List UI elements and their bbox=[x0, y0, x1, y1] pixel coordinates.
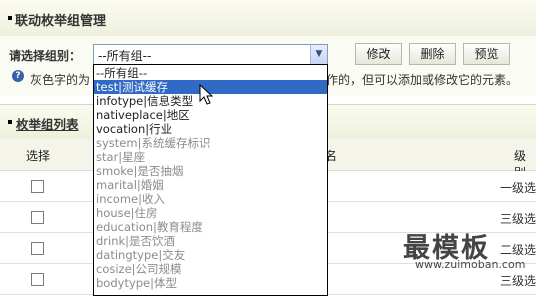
dropdown-option[interactable]: nativeplace|地区 bbox=[94, 108, 327, 122]
modify-button[interactable]: 修改 bbox=[355, 43, 402, 65]
delete-button[interactable]: 删除 bbox=[409, 43, 456, 65]
row-level: 三级选 bbox=[499, 274, 536, 288]
help-text-right: 作的，但可以添加或修改它的元素。 bbox=[326, 73, 519, 87]
dropdown-option[interactable]: vocation|行业 bbox=[94, 122, 327, 136]
mouse-cursor-icon bbox=[199, 84, 214, 105]
dropdown-option[interactable]: cosize|公司规模 bbox=[94, 262, 327, 276]
group-select[interactable]: --所有组-- ▼ bbox=[93, 44, 328, 65]
row-level: 一级选 bbox=[499, 181, 536, 195]
dropdown-option[interactable]: drink|是否饮酒 bbox=[94, 234, 327, 248]
preview-button[interactable]: 预览 bbox=[463, 43, 510, 65]
dropdown-option[interactable]: star|星座 bbox=[94, 150, 327, 164]
help-icon: ? bbox=[12, 70, 24, 82]
page-title: 联动枚举组管理 bbox=[15, 14, 107, 29]
dropdown-option[interactable]: --所有组-- bbox=[94, 66, 327, 80]
row-checkbox[interactable] bbox=[31, 273, 44, 286]
row-checkbox[interactable] bbox=[31, 242, 44, 255]
dropdown-option[interactable]: marital|婚姻 bbox=[94, 178, 327, 192]
dropdown-option[interactable]: income|收入 bbox=[94, 192, 327, 206]
help-text-left: 灰色字的为 bbox=[30, 73, 91, 87]
bullet-icon bbox=[8, 120, 12, 124]
section-title: 枚举组列表 bbox=[16, 117, 79, 132]
select-label: 请选择组别： bbox=[9, 49, 82, 63]
dropdown-option[interactable]: datingtype|交友 bbox=[94, 248, 327, 262]
row-level: 三级选 bbox=[499, 212, 536, 226]
dropdown-option[interactable]: education|教育程度 bbox=[94, 220, 327, 234]
column-header-select: 选择 bbox=[26, 149, 51, 163]
row-checkbox[interactable] bbox=[31, 180, 44, 193]
row-checkbox[interactable] bbox=[31, 211, 44, 224]
dropdown-option[interactable]: house|住房 bbox=[94, 206, 327, 220]
watermark-url: www.zuimoban.com bbox=[415, 258, 526, 271]
dropdown-option[interactable]: system|系统缓存标识 bbox=[94, 136, 327, 150]
bullet-icon bbox=[8, 16, 12, 20]
dropdown-option[interactable]: smoke|是否抽烟 bbox=[94, 164, 327, 178]
row-level: 二级选 bbox=[499, 243, 536, 257]
panel-header: 联动枚举组管理 bbox=[0, 0, 536, 37]
chevron-down-icon[interactable]: ▼ bbox=[310, 45, 327, 64]
select-value: --所有组-- bbox=[98, 49, 152, 63]
